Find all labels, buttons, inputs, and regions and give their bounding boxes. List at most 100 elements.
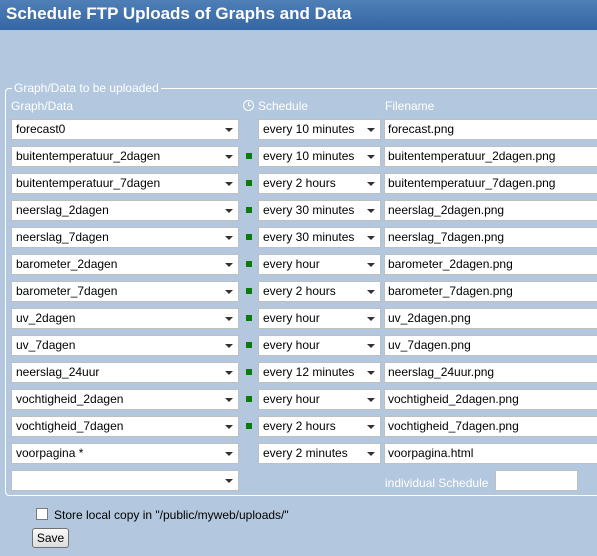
filename-input[interactable]: barometer_7dagen.png [384,281,597,302]
filename-input[interactable]: vochtigheid_7dagen.png [384,416,597,437]
upload-row: vochtigheid_2dagen every hour vochtigheid_… [0,389,597,412]
schedule-select[interactable]: every 30 minutes [258,200,381,221]
graph-select-value: barometer_2dagen [16,257,118,271]
schedule-select[interactable]: every hour [258,254,381,275]
filename-input[interactable]: uv_2dagen.png [384,308,597,329]
chevron-down-icon [367,236,375,240]
chevron-down-icon [367,344,375,348]
chevron-down-icon [367,155,375,159]
chevron-down-icon [225,344,233,348]
graph-select-value: forecast0 [16,122,66,136]
graph-select-value: vochtigheid_7dagen [16,419,124,433]
column-header-schedule: Schedule [243,99,308,113]
graph-select-value: voorpagina * [16,446,84,460]
green-square-icon [246,288,252,294]
filename-input[interactable]: neerslag_7dagen.png [384,227,597,248]
upload-row: uv_2dagen every hour uv_2dagen.png [0,308,597,331]
graph-select[interactable]: forecast0 [11,119,239,140]
chevron-down-icon [367,182,375,186]
schedule-select[interactable]: every 10 minutes [258,146,381,167]
chevron-down-icon [367,263,375,267]
upload-row: voorpagina * every 2 minutes voorpagina.ht… [0,443,597,466]
schedule-select-value: every hour [263,257,320,271]
graph-select[interactable]: barometer_2dagen [11,254,239,275]
upload-row: buitentemperatuur_2dagen every 10 minutes… [0,146,597,169]
graph-select[interactable]: vochtigheid_2dagen [11,389,239,410]
filename-input[interactable]: uv_7dagen.png [384,335,597,356]
graph-select[interactable]: buitentemperatuur_2dagen [11,146,239,167]
upload-row: neerslag_2dagen every 30 minutes neerslag_… [0,200,597,223]
graph-select[interactable]: neerslag_2dagen [11,200,239,221]
schedule-select[interactable]: every 2 minutes [258,443,381,464]
green-square-icon [246,423,252,429]
upload-row: neerslag_24uur every 12 minutes neerslag_2… [0,362,597,385]
group-legend: Graph/Data to be uploaded [12,81,161,95]
graph-select[interactable]: neerslag_24uur [11,362,239,383]
green-square-icon [246,234,252,240]
green-square-icon [246,315,252,321]
graph-select-value: buitentemperatuur_2dagen [16,149,161,163]
graph-select-value: uv_2dagen [16,311,76,325]
upload-row: vochtigheid_7dagen every 2 hours vochtighe… [0,416,597,439]
schedule-select[interactable]: every hour [258,335,381,356]
schedule-select-value: every 2 hours [263,419,336,433]
green-square-icon [246,261,252,267]
chevron-down-icon [225,425,233,429]
chevron-down-icon [225,209,233,213]
graph-select-value: vochtigheid_2dagen [16,392,124,406]
filename-input[interactable]: barometer_2dagen.png [384,254,597,275]
upload-row: uv_7dagen every hour uv_7dagen.png [0,335,597,358]
chevron-down-icon [225,290,233,294]
schedule-select[interactable]: every hour [258,389,381,410]
schedule-select-value: every hour [263,338,320,352]
store-local-checkbox[interactable] [36,508,48,520]
schedule-select-value: every 2 minutes [263,446,348,460]
schedule-select[interactable]: every 12 minutes [258,362,381,383]
filename-input[interactable]: forecast.png [384,119,597,140]
upload-row: neerslag_7dagen every 30 minutes neerslag_… [0,227,597,250]
schedule-select[interactable]: every 2 hours [258,281,381,302]
graph-select[interactable]: uv_2dagen [11,308,239,329]
graph-select[interactable]: neerslag_7dagen [11,227,239,248]
schedule-select-value: every 2 hours [263,284,336,298]
graph-select[interactable]: buitentemperatuur_7dagen [11,173,239,194]
schedule-select[interactable]: every 2 hours [258,173,381,194]
store-local-label: Store local copy in "/public/myweb/uploa… [54,508,289,522]
schedule-select-value: every 30 minutes [263,203,355,217]
new-graph-select[interactable] [11,470,239,491]
schedule-select-value: every 10 minutes [263,122,355,136]
chevron-down-icon [367,398,375,402]
chevron-down-icon [367,425,375,429]
graph-select[interactable]: voorpagina * [11,443,239,464]
clock-icon [243,100,254,111]
graph-select-value: uv_7dagen [16,338,76,352]
filename-input[interactable]: voorpagina.html [384,443,597,464]
filename-input[interactable]: buitentemperatuur_7dagen.png [384,173,597,194]
schedule-select[interactable]: every 2 hours [258,416,381,437]
individual-schedule-input[interactable] [495,470,578,491]
graph-select[interactable]: uv_7dagen [11,335,239,356]
chevron-down-icon [367,209,375,213]
filename-input[interactable]: vochtigheid_2dagen.png [384,389,597,410]
filename-input[interactable]: neerslag_24uur.png [384,362,597,383]
schedule-select[interactable]: every 30 minutes [258,227,381,248]
chevron-down-icon [367,290,375,294]
filename-input[interactable]: neerslag_2dagen.png [384,200,597,221]
column-header-filename: Filename [385,99,435,113]
filename-input[interactable]: buitentemperatuur_2dagen.png [384,146,597,167]
individual-schedule-label: individual Schedule [385,476,489,490]
chevron-down-icon [225,479,233,483]
chevron-down-icon [225,317,233,321]
page-title: Schedule FTP Uploads of Graphs and Data [0,0,597,30]
green-square-icon [246,369,252,375]
graph-select[interactable]: vochtigheid_7dagen [11,416,239,437]
chevron-down-icon [225,398,233,402]
graph-select-value: neerslag_7dagen [16,230,109,244]
chevron-down-icon [225,371,233,375]
schedule-select[interactable]: every 10 minutes [258,119,381,140]
chevron-down-icon [225,263,233,267]
schedule-select[interactable]: every hour [258,308,381,329]
save-button[interactable]: Save [32,528,69,548]
graph-select[interactable]: barometer_7dagen [11,281,239,302]
green-square-icon [246,180,252,186]
